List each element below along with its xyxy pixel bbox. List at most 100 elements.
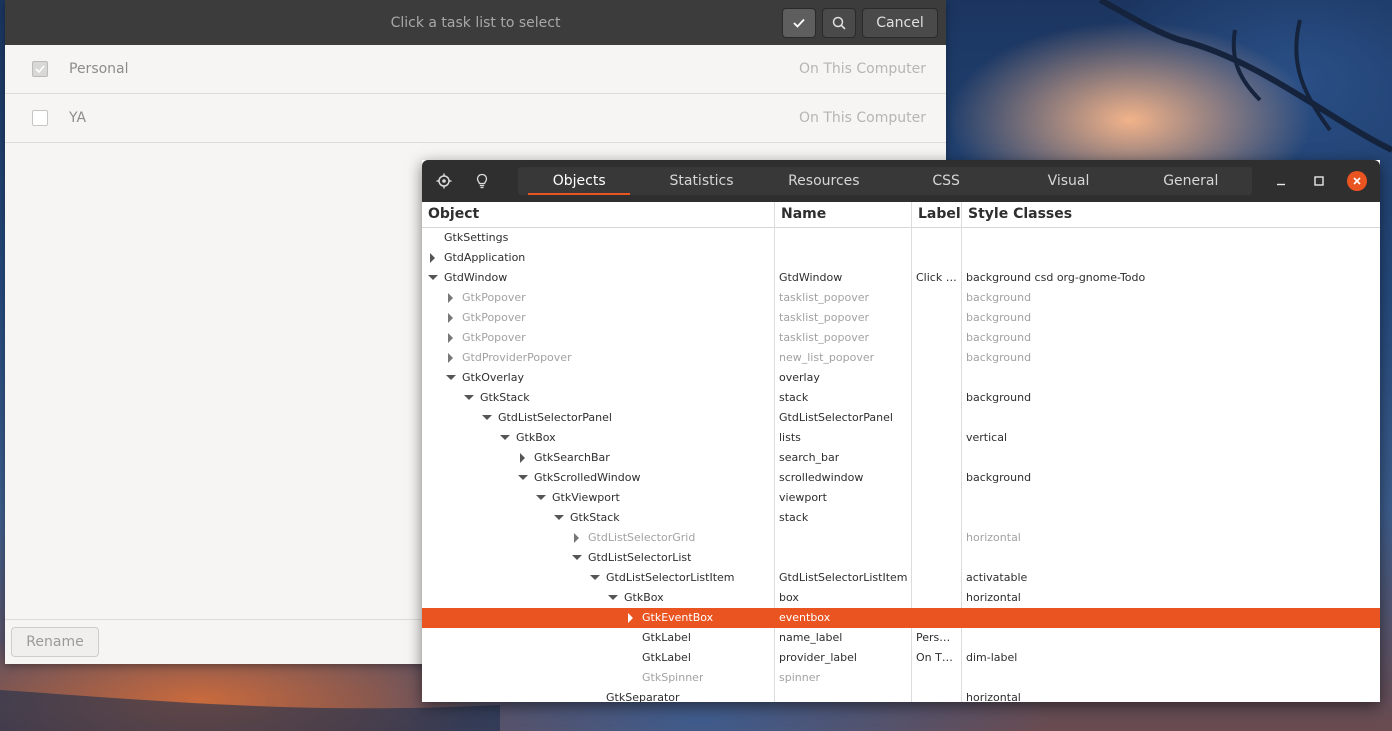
search-button[interactable] xyxy=(822,8,856,38)
crosshair-icon xyxy=(436,173,452,189)
expander-open-icon[interactable] xyxy=(446,375,456,380)
expander-open-icon[interactable] xyxy=(590,575,600,580)
confirm-button[interactable] xyxy=(782,8,816,38)
table-row[interactable]: GtdListSelectorListItem GtdListSelectorLi… xyxy=(422,568,1380,588)
expander-closed-icon[interactable] xyxy=(574,533,579,543)
window-title: Click a task list to select xyxy=(390,14,561,31)
object-cell: GtkLabel xyxy=(642,631,691,644)
table-row[interactable]: GtkViewport viewport xyxy=(422,488,1380,508)
expander-open-icon[interactable] xyxy=(572,555,582,560)
expander-closed-icon[interactable] xyxy=(448,353,453,363)
minimize-button[interactable] xyxy=(1271,171,1291,191)
object-cell: GtkSearchBar xyxy=(534,451,610,464)
table-row[interactable]: GtkSeparator horizontal xyxy=(422,688,1380,702)
rename-button[interactable]: Rename xyxy=(11,627,99,657)
style-cell: horizontal xyxy=(966,691,1021,702)
expander-open-icon[interactable] xyxy=(518,475,528,480)
style-cell: background xyxy=(966,351,1032,364)
table-row[interactable]: GtkOverlay overlay xyxy=(422,368,1380,388)
table-row[interactable]: GtdProviderPopover new_list_popover backgr… xyxy=(422,348,1380,368)
name-cell: provider_label xyxy=(779,651,857,664)
object-cell: GtdWindow xyxy=(444,271,508,284)
table-row[interactable]: GtkStack stack xyxy=(422,508,1380,528)
expander-closed-icon[interactable] xyxy=(628,613,633,623)
style-cell: dim-label xyxy=(966,651,1018,664)
table-row[interactable]: GtkEventBox eventbox xyxy=(422,608,1380,628)
object-cell: GtkPopover xyxy=(462,291,526,304)
tab-general[interactable]: General xyxy=(1130,167,1252,195)
close-icon xyxy=(1353,177,1361,185)
column-name[interactable]: Name xyxy=(781,206,826,222)
table-row[interactable]: GtkSearchBar search_bar xyxy=(422,448,1380,468)
select-object-button[interactable] xyxy=(434,171,454,191)
table-row[interactable]: GtdListSelectorPanel GtdListSelectorPanel xyxy=(422,408,1380,428)
expander-open-icon[interactable] xyxy=(500,435,510,440)
table-row[interactable]: GtkLabel provider_label On T… dim-label xyxy=(422,648,1380,668)
tab-css[interactable]: CSS xyxy=(885,167,1007,195)
expander-open-icon[interactable] xyxy=(482,415,492,420)
name-cell: box xyxy=(779,591,799,604)
list-item[interactable]: Personal On This Computer xyxy=(5,45,946,94)
object-cell: GtkStack xyxy=(480,391,530,404)
table-row[interactable]: GtdListSelectorGrid horizontal xyxy=(422,528,1380,548)
table-row[interactable]: GtkBox lists vertical xyxy=(422,428,1380,448)
name-cell: spinner xyxy=(779,671,821,684)
tab-visual[interactable]: Visual xyxy=(1007,167,1129,195)
close-button[interactable] xyxy=(1347,171,1367,191)
style-cell: background xyxy=(966,391,1032,404)
maximize-button[interactable] xyxy=(1309,171,1329,191)
label-cell: Click … xyxy=(916,271,957,284)
object-cell: GtdListSelectorPanel xyxy=(498,411,612,424)
search-icon xyxy=(832,16,846,30)
table-row[interactable]: GtkPopover tasklist_popover background xyxy=(422,308,1380,328)
expander-open-icon[interactable] xyxy=(554,515,564,520)
table-row[interactable]: GtkScrolledWindow scrolledwindow backgroun… xyxy=(422,468,1380,488)
column-style-classes[interactable]: Style Classes xyxy=(968,206,1072,222)
name-cell: tasklist_popover xyxy=(779,331,870,344)
list-item[interactable]: YA On This Computer xyxy=(5,94,946,143)
tab-objects[interactable]: Objects xyxy=(518,167,640,195)
expander-open-icon[interactable] xyxy=(536,495,546,500)
table-row[interactable]: GtkPopover tasklist_popover background xyxy=(422,328,1380,348)
list-checkbox[interactable] xyxy=(32,61,48,77)
name-cell: scrolledwindow xyxy=(779,471,864,484)
column-label[interactable]: Label xyxy=(918,206,961,222)
expander-closed-icon[interactable] xyxy=(430,253,435,263)
expander-open-icon[interactable] xyxy=(428,275,438,280)
object-cell: GtkSpinner xyxy=(642,671,704,684)
table-row[interactable]: GtkSpinner spinner xyxy=(422,668,1380,688)
expander-closed-icon[interactable] xyxy=(520,453,525,463)
table-row[interactable]: GtkSettings xyxy=(422,228,1380,248)
expander-open-icon[interactable] xyxy=(464,395,474,400)
object-cell: GtkPopover xyxy=(462,331,526,344)
style-cell: background csd org-gnome-Todo xyxy=(966,271,1146,284)
checkmark-icon xyxy=(793,18,805,28)
tab-statistics[interactable]: Statistics xyxy=(640,167,762,195)
table-row[interactable]: GtdApplication xyxy=(422,248,1380,268)
preview-button[interactable] xyxy=(472,171,492,191)
list-name: YA xyxy=(69,110,87,126)
table-row[interactable]: GtdListSelectorList xyxy=(422,548,1380,568)
object-cell: GtdProviderPopover xyxy=(462,351,572,364)
style-cell: background xyxy=(966,291,1032,304)
tab-resources[interactable]: Resources xyxy=(763,167,885,195)
checkmark-icon xyxy=(35,65,45,74)
table-row[interactable]: GtdWindow GtdWindow Click … background csd … xyxy=(422,268,1380,288)
list-checkbox[interactable] xyxy=(32,110,48,126)
expander-open-icon[interactable] xyxy=(608,595,618,600)
name-cell: GtdListSelectorPanel xyxy=(779,411,893,424)
object-cell: GtkBox xyxy=(516,431,556,444)
expander-closed-icon[interactable] xyxy=(448,333,453,343)
object-cell: GtkLabel xyxy=(642,651,691,664)
table-row[interactable]: GtkPopover tasklist_popover background xyxy=(422,288,1380,308)
column-object[interactable]: Object xyxy=(428,206,479,222)
table-row[interactable]: GtkBox box horizontal xyxy=(422,588,1380,608)
name-cell: eventbox xyxy=(779,611,831,624)
table-row[interactable]: GtkLabel name_label Pers… xyxy=(422,628,1380,648)
table-row[interactable]: GtkStack stack background xyxy=(422,388,1380,408)
expander-closed-icon[interactable] xyxy=(448,293,453,303)
cancel-button[interactable]: Cancel xyxy=(862,8,938,38)
style-cell: background xyxy=(966,471,1032,484)
style-cell: background xyxy=(966,311,1032,324)
expander-closed-icon[interactable] xyxy=(448,313,453,323)
